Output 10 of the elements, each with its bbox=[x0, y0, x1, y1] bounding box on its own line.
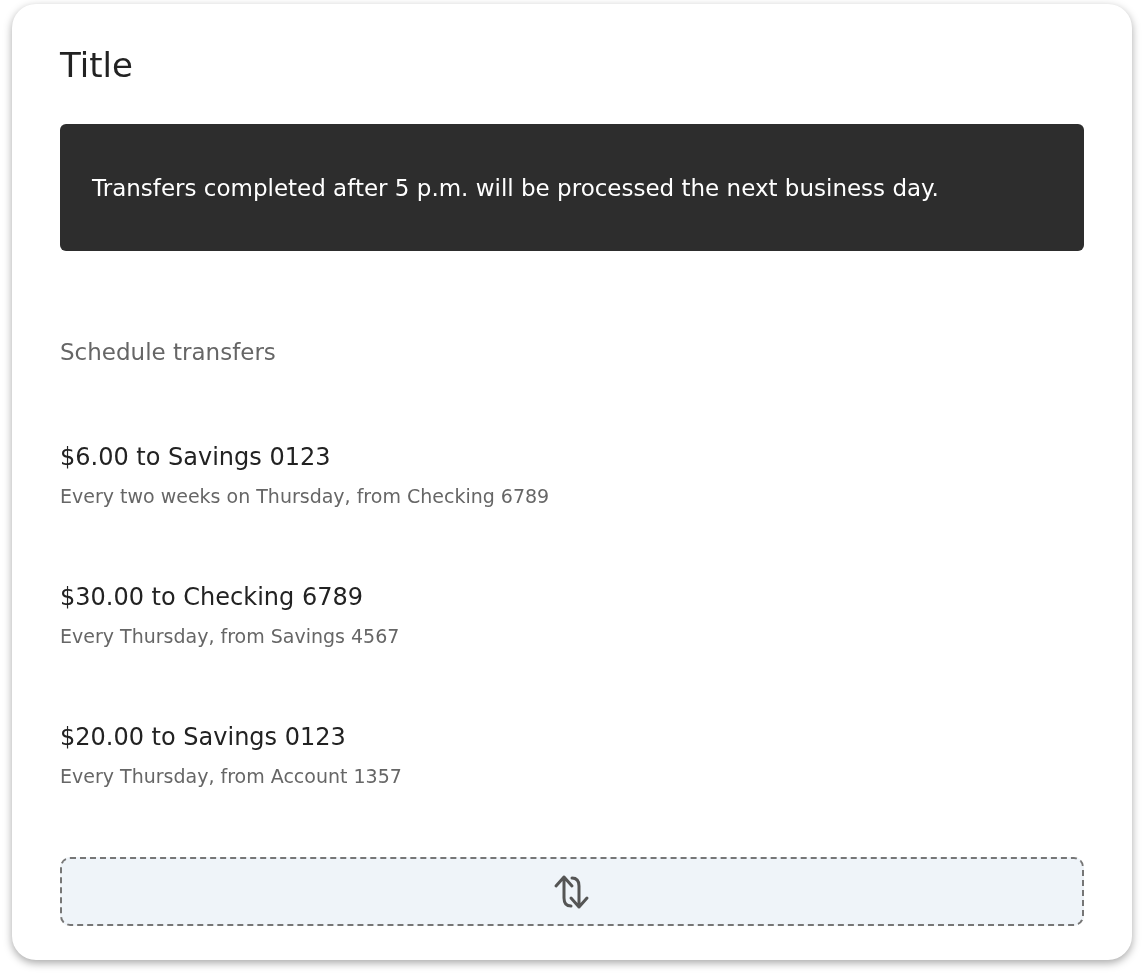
transfer-detail: Every Thursday, from Savings 4567 bbox=[60, 624, 400, 649]
section-label: Schedule transfers bbox=[60, 338, 276, 367]
card-title: Title bbox=[60, 44, 133, 87]
transfer-detail: Every two weeks on Thursday, from Checking 6789 bbox=[60, 484, 550, 509]
transfer-title: $20.00 to Savings 0123 bbox=[60, 722, 346, 753]
transfer-button[interactable] bbox=[60, 857, 1084, 926]
transfer-title: $30.00 to Checking 6789 bbox=[60, 582, 363, 613]
notice-text: Transfers completed after 5 p.m. will be processed the next business day. bbox=[92, 174, 939, 201]
transfer-title: $6.00 to Savings 0123 bbox=[60, 442, 331, 473]
transfer-detail: Every Thursday, from Account 1357 bbox=[60, 764, 402, 789]
